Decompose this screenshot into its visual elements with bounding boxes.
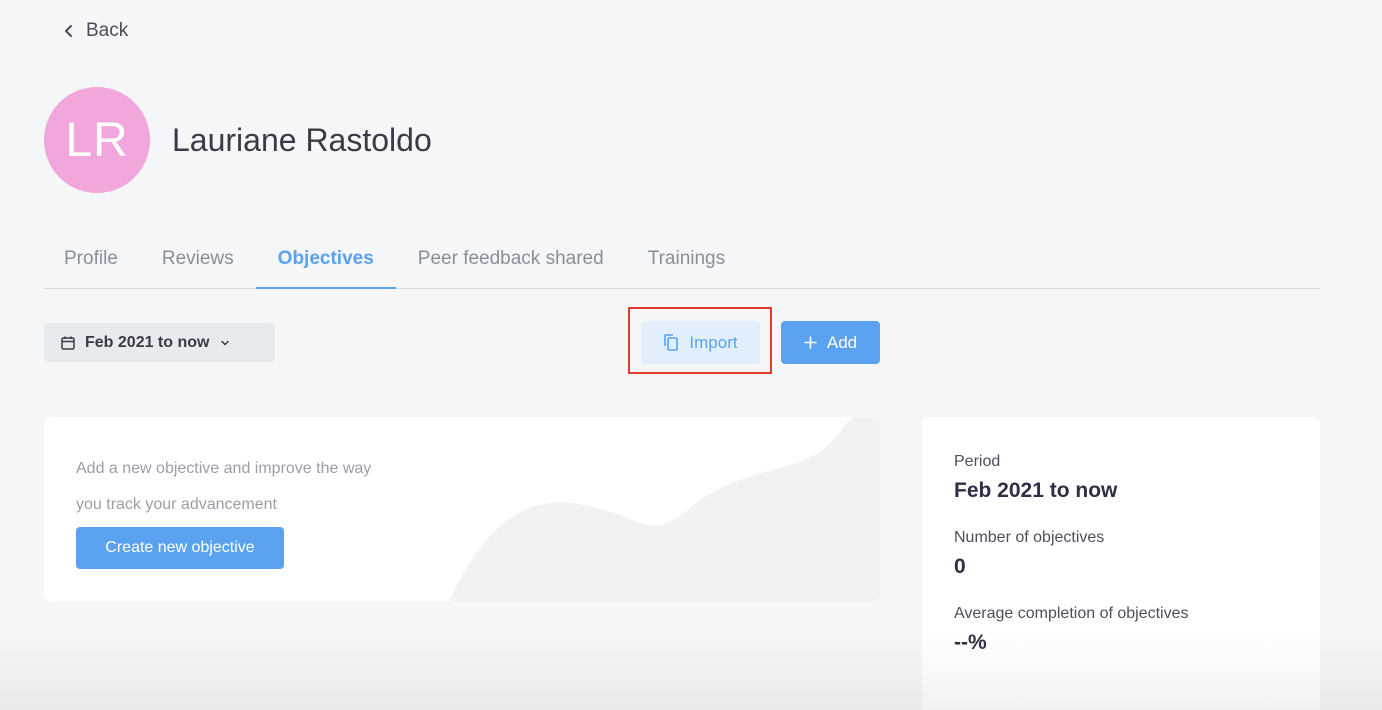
back-link[interactable]: Back [62,20,128,42]
stat-period-value: Feb 2021 to now [954,479,1118,502]
period-select-label: Feb 2021 to now [85,333,210,351]
stat-period: Period Feb 2021 to now [954,453,1288,503]
back-label: Back [86,20,129,41]
avatar-initials: LR [65,113,129,167]
stat-period-label: Period [954,453,1001,470]
stat-average-completion: Average completion of objectives --% [954,605,1288,655]
empty-state-card: Add a new objective and improve the way … [44,417,880,601]
tab-peer-feedback-shared[interactable]: Peer feedback shared [396,234,626,289]
copy-icon [664,334,679,351]
tab-bar: Profile Reviews Objectives Peer feedback… [44,234,1320,289]
plus-icon [804,336,817,349]
employee-name: Lauriane Rastoldo [172,121,432,158]
calendar-icon [61,336,75,350]
empty-state-text: Add a new objective and improve the way … [76,451,456,523]
tab-trainings[interactable]: Trainings [626,234,747,289]
import-button[interactable]: Import [641,321,760,364]
tab-objectives[interactable]: Objectives [255,234,396,289]
tab-profile[interactable]: Profile [64,234,140,289]
empty-state-line-1: Add a new objective and improve the way [76,460,372,477]
import-label: Import [689,332,738,352]
tab-reviews[interactable]: Reviews [140,234,256,289]
stat-objective-count: Number of objectives 0 [954,529,1288,579]
employee-header: LR Lauriane Rastoldo [44,87,432,193]
objectives-summary-card: Period Feb 2021 to now Number of objecti… [922,417,1320,710]
create-objective-button[interactable]: Create new objective [76,527,284,569]
stat-count-value: 0 [954,555,966,578]
stat-avg-label: Average completion of objectives [954,605,1189,622]
stat-count-label: Number of objectives [954,529,1105,546]
add-button[interactable]: Add [781,321,880,364]
stat-avg-value: --% [954,631,987,654]
add-label: Add [826,332,858,352]
chevron-down-icon [221,340,230,345]
decorative-wave [449,417,880,601]
empty-state-line-2: you track your advancement [76,496,277,513]
period-select[interactable]: Feb 2021 to now [44,323,275,362]
chevron-left-icon [65,25,72,37]
avatar: LR [44,87,150,193]
